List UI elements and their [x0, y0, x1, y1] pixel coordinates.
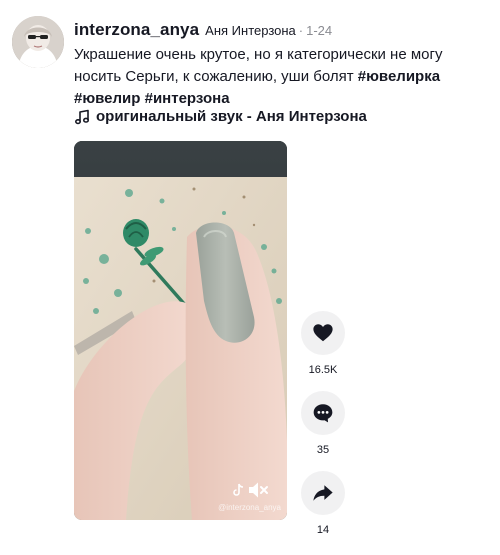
tiktok-logo-icon: [233, 483, 244, 496]
like-button[interactable]: [301, 311, 345, 355]
share-button[interactable]: [301, 471, 345, 515]
video-player[interactable]: @interzona_anya: [74, 141, 287, 520]
post-caption: Украшение очень крутое, но я категоричес…: [74, 44, 484, 110]
share-action: 14: [301, 471, 345, 551]
author-line: interzona_anya Аня Интерзона · 1-24: [74, 20, 492, 40]
comment-button[interactable]: [301, 391, 345, 435]
share-count: 14: [316, 524, 330, 536]
avatar-image: [12, 16, 64, 68]
hashtag-link[interactable]: #интерзона: [145, 90, 230, 107]
hashtag-link[interactable]: #ювелирка: [358, 68, 440, 85]
post-header: interzona_anya Аня Интерзона · 1-24 Укра…: [74, 20, 492, 110]
video-frame: [74, 141, 287, 520]
music-link[interactable]: оригинальный звук - Аня Интерзона: [74, 108, 367, 125]
speaker-muted-icon[interactable]: [247, 480, 269, 500]
like-count: 16.5K: [308, 364, 338, 376]
comment-count: 35: [316, 444, 330, 456]
heart-icon: [313, 324, 333, 342]
comment-icon: [313, 404, 333, 423]
author-nickname: Аня Интерзона: [205, 23, 296, 38]
comment-action: 35: [301, 391, 345, 471]
hashtag-link[interactable]: #ювелир: [74, 90, 140, 107]
author-username[interactable]: interzona_anya: [74, 20, 199, 40]
share-icon: [313, 485, 333, 501]
video-watermark: @interzona_anya: [218, 503, 281, 512]
action-bar: 16.5K 35 14: [301, 311, 345, 551]
avatar[interactable]: [12, 16, 64, 68]
like-action: 16.5K: [301, 311, 345, 391]
post-date: 1-24: [306, 23, 333, 38]
music-title: оригинальный звук - Аня Интерзона: [96, 108, 367, 125]
separator: ·: [298, 23, 304, 38]
music-note-icon: [74, 109, 90, 124]
